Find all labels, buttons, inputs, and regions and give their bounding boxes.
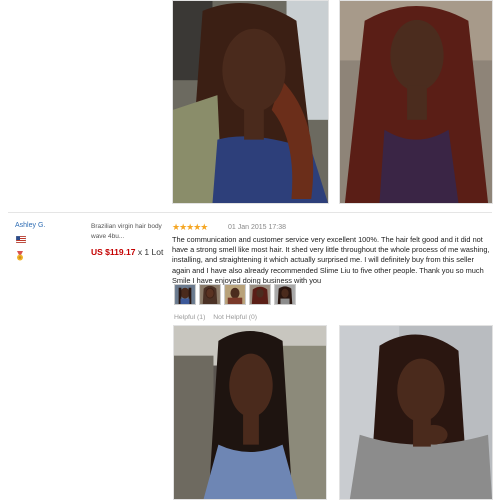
review-text: The communication and customer service v… — [172, 235, 490, 285]
helpful-button[interactable]: Helpful (1) — [174, 314, 205, 321]
review-photo-top-left[interactable] — [172, 0, 329, 204]
review-thumbnail[interactable] — [274, 284, 296, 305]
review-thumbnail[interactable] — [224, 284, 246, 305]
review-thumbnail[interactable] — [249, 284, 271, 305]
us-flag-icon — [16, 236, 26, 243]
price: US $119.17 — [91, 247, 136, 257]
buyer-name-link[interactable]: Ashley G. — [15, 222, 45, 229]
review-photo-top-right[interactable] — [339, 0, 493, 204]
review-date: 01 Jan 2015 17:38 — [228, 224, 286, 231]
price-line: US $119.17 x 1 Lot — [91, 247, 163, 257]
review-photo-bottom-left[interactable] — [173, 325, 327, 500]
review-thumbnail[interactable] — [174, 284, 196, 305]
review-photo-bottom-right[interactable] — [339, 325, 493, 500]
review-divider — [8, 212, 492, 213]
not-helpful-button[interactable]: Not Helpful (0) — [213, 314, 257, 321]
quantity: x 1 Lot — [137, 247, 164, 257]
rating-stars: ★★★★★ — [172, 222, 208, 232]
helpfulness-votes: Helpful (1) Not Helpful (0) — [174, 314, 263, 321]
buyer-level-medal-icon — [17, 251, 23, 261]
review-thumbnail[interactable] — [199, 284, 221, 305]
product-name-link[interactable]: Brazilian virgin hair body wave 4bu... — [91, 222, 163, 242]
review-thumbnails — [174, 284, 296, 305]
